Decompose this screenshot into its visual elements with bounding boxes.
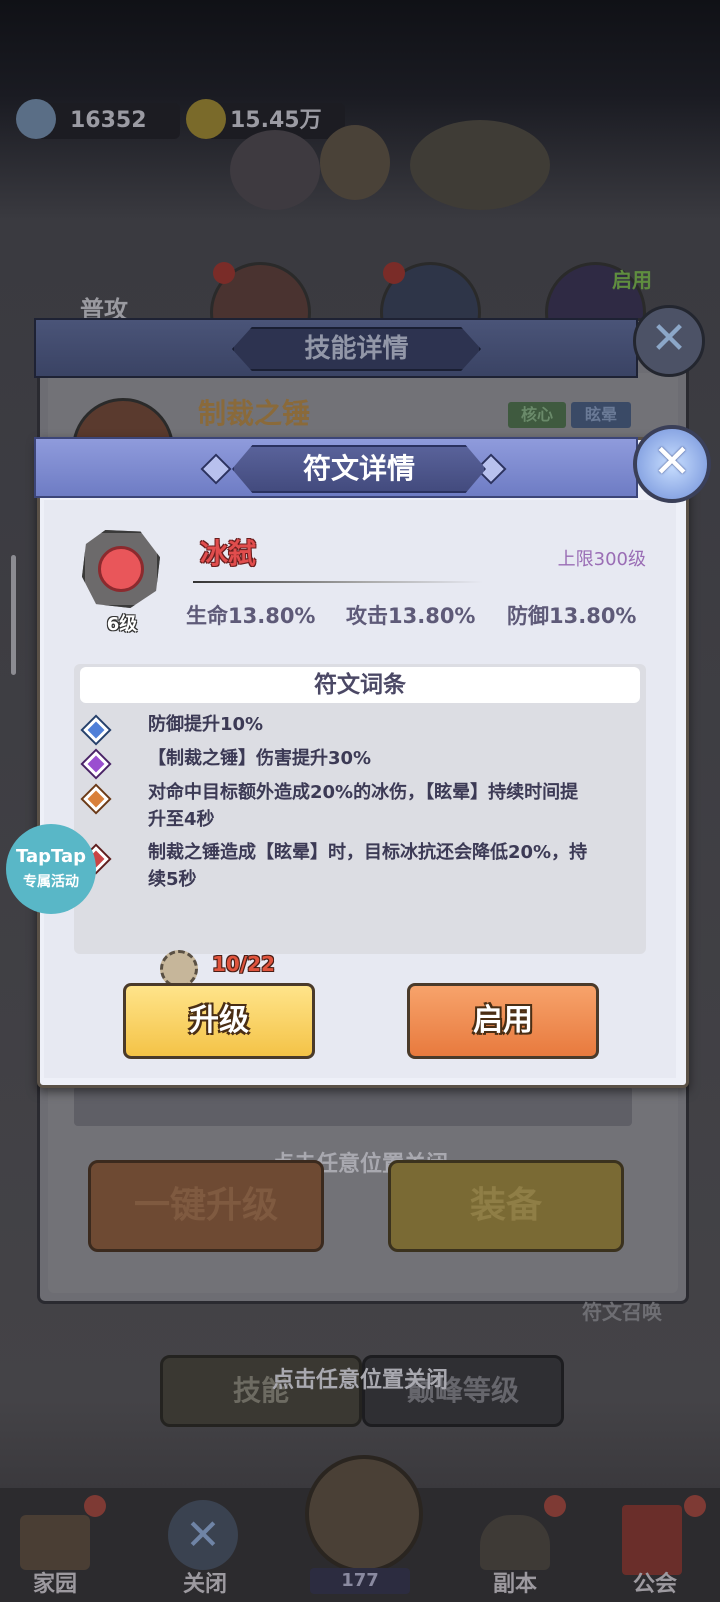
alert-dot-icon <box>84 1495 106 1517</box>
scrollbar[interactable] <box>11 555 16 675</box>
stat-hp: 生命13.80% <box>186 604 316 628</box>
enabled-tag: 启用 <box>612 268 652 292</box>
stat-attack: 攻击13.80% <box>346 604 476 628</box>
nav-center-battle[interactable]: 177 <box>280 1440 440 1602</box>
bg-decoration <box>230 130 320 210</box>
gem-amount: 16352 <box>70 108 147 133</box>
rune-entry: 对命中目标额外造成20%的冰伤，【眩晕】持续时间提升至4秒 <box>148 782 579 830</box>
nav-close[interactable]: ✕ 关闭 <box>150 1495 260 1600</box>
skill-tag-stun: 眩晕 <box>571 402 631 428</box>
rune-entry: 【制裁之锤】伤害提升30% <box>148 748 372 769</box>
gem-icon <box>16 99 56 139</box>
nav-close-label: 关闭 <box>182 1572 227 1597</box>
alert-dot-icon <box>213 262 235 284</box>
dungeon-icon <box>480 1515 550 1570</box>
center-count: 177 <box>310 1568 410 1594</box>
rune-close-button[interactable]: ✕ <box>633 425 711 503</box>
close-icon: ✕ <box>652 434 692 488</box>
nav-home[interactable]: 家园 <box>0 1495 110 1600</box>
rune-details-title: 符文详情 <box>232 445 486 493</box>
nav-dungeon[interactable]: 副本 <box>460 1495 570 1600</box>
guild-banner-icon <box>622 1505 682 1575</box>
bg-decoration <box>320 125 390 200</box>
bg-decoration <box>410 120 550 210</box>
rune-entry: 防御提升10% <box>148 714 264 735</box>
equip-button[interactable]: 装备 <box>388 1160 624 1252</box>
close-hint-lower: 点击任意位置关闭 <box>271 1368 448 1393</box>
rune-entries-title: 符文词条 <box>80 667 640 703</box>
nav-home-label: 家园 <box>32 1572 77 1597</box>
rune-summon-link[interactable]: 符文召唤 <box>582 1296 662 1325</box>
close-icon: ✕ <box>650 313 688 364</box>
rune-name: 冰弑 <box>200 537 257 570</box>
rune-level: 6级 <box>106 614 138 635</box>
home-icon <box>20 1515 90 1570</box>
nav-guild[interactable]: 公会 <box>600 1495 710 1600</box>
upgrade-all-button[interactable]: 一键升级 <box>88 1160 324 1252</box>
enable-button[interactable]: 启用 <box>407 983 599 1059</box>
skill-tag-core: 核心 <box>508 402 566 428</box>
promo-line2: 专属活动 <box>23 874 79 890</box>
stat-defense: 防御13.80% <box>507 604 637 628</box>
rune-swirl-icon <box>98 546 144 592</box>
gem-counter: 16352 <box>16 99 180 139</box>
battle-emblem-icon <box>305 1455 423 1573</box>
nav-dungeon-label: 副本 <box>492 1572 537 1597</box>
rune-entry: 制裁之锤造成【眩晕】时，目标冰抗还会降低20%，持续5秒 <box>148 842 588 890</box>
divider <box>193 581 483 583</box>
alert-dot-icon <box>383 262 405 284</box>
material-count: 10/22 <box>212 952 275 976</box>
alert-dot-icon <box>684 1495 706 1517</box>
nav-guild-label: 公会 <box>632 1572 677 1597</box>
skill-details-title: 技能详情 <box>232 327 481 371</box>
promo-line1: TapTap <box>16 846 86 867</box>
gold-coin-icon <box>186 99 226 139</box>
taptap-promo-badge[interactable]: TapTap 专属活动 <box>6 824 96 914</box>
skill-desc-box <box>74 1086 632 1126</box>
close-icon: ✕ <box>168 1500 238 1570</box>
alert-dot-icon <box>544 1495 566 1517</box>
upgrade-button[interactable]: 升级 <box>123 983 315 1059</box>
skill-name: 制裁之锤 <box>198 397 311 430</box>
rune-max-level: 上限300级 <box>557 549 646 570</box>
skill-close-button[interactable]: ✕ <box>633 305 705 377</box>
